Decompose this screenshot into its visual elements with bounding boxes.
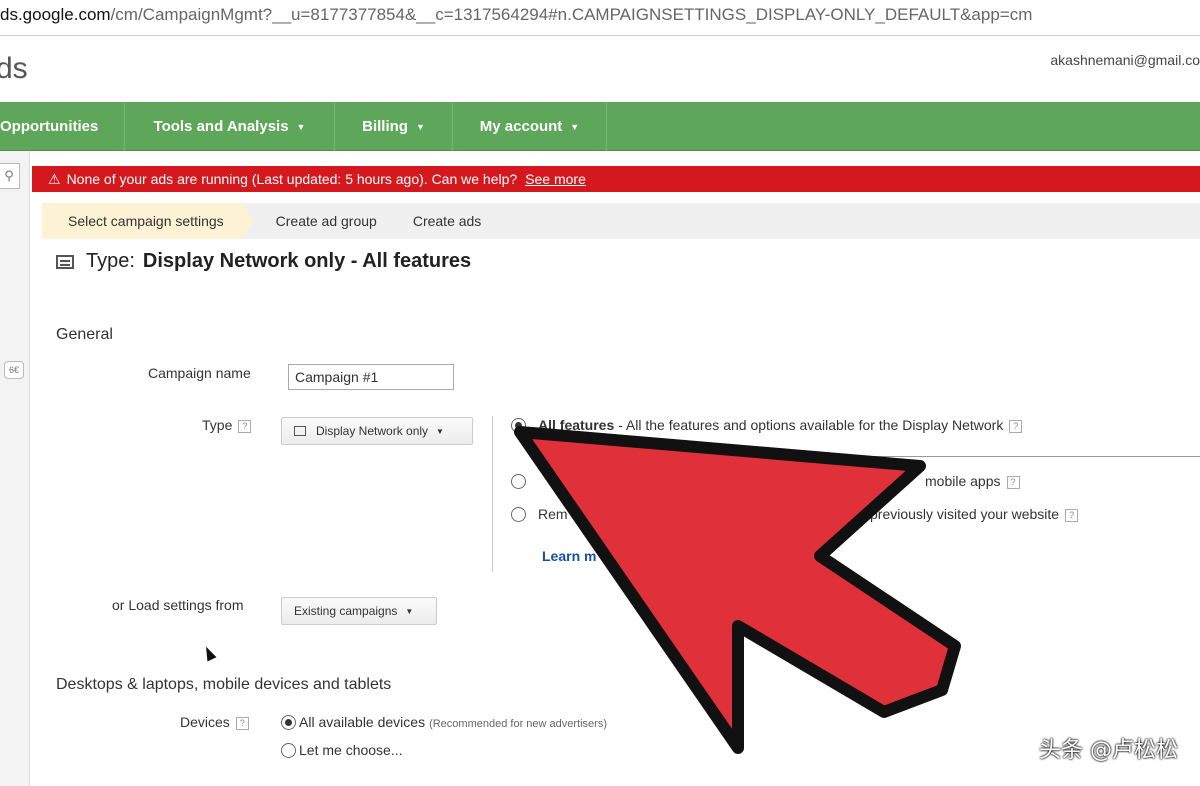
step-label: Select campaign settings <box>68 213 224 229</box>
option-all-features-desc: - All the features and options available… <box>614 417 1004 433</box>
chevron-down-icon: ▼ <box>296 121 306 132</box>
page-title: Type: Display Network only - All feature… <box>56 250 471 273</box>
nav-label: Tools and Analysis <box>153 118 289 135</box>
option-all-devices: All available devices (Recommended for ne… <box>299 714 607 730</box>
account-email[interactable]: akashnemani@gmail.co <box>1050 52 1200 68</box>
learn-more-link[interactable]: Learn m <box>542 548 596 564</box>
nav-label: Billing <box>362 118 408 135</box>
radio-all-features[interactable] <box>511 418 526 433</box>
radio-remarketing[interactable] <box>511 507 526 522</box>
radio-let-me-choose[interactable] <box>281 743 296 758</box>
type-label: Type? <box>202 417 252 433</box>
nav-label: Opportunities <box>0 118 99 135</box>
step-create-ad-group[interactable]: Create ad group <box>242 203 395 239</box>
load-settings-value: Existing campaigns <box>294 604 398 618</box>
section-devices: Desktops & laptops, mobile devices and t… <box>56 676 392 693</box>
arrow-shape <box>514 426 961 754</box>
alert-banner: ⚠ None of your ads are running (Last upda… <box>32 166 1200 192</box>
help-icon[interactable]: ? <box>1009 419 1023 433</box>
devices-label: Devices? <box>180 714 249 730</box>
type-dropdown[interactable]: Display Network only ▼ <box>281 417 473 445</box>
nav-label: My account <box>479 118 563 135</box>
see-more-link[interactable]: See more <box>525 171 586 187</box>
campaign-name-label: Campaign name <box>148 365 251 381</box>
nav-my-account[interactable]: My account ▼ <box>453 102 607 151</box>
option-separator <box>540 456 1200 457</box>
campaign-type-icon <box>56 254 74 269</box>
option-all-features-title: All features <box>538 417 615 433</box>
type-label-text: Type <box>202 417 233 433</box>
chevron-down-icon: ▼ <box>415 121 425 132</box>
search-icon[interactable]: ⚲ <box>0 163 20 189</box>
option-remarketing-end: previously visited your website? <box>870 506 1079 522</box>
step-label: Create ad group <box>275 213 377 229</box>
product-logo: ds <box>0 52 28 85</box>
radio-all-devices[interactable] <box>281 715 296 730</box>
option-mobile-apps: mobile apps? <box>925 473 1020 489</box>
rail-badge[interactable]: 6€ <box>4 361 24 379</box>
alert-message: None of your ads are running (Last updat… <box>66 171 518 187</box>
campaign-name-input[interactable] <box>288 364 454 390</box>
help-icon[interactable]: ? <box>1065 508 1079 522</box>
type-dropdown-value: Display Network only <box>316 424 429 438</box>
help-icon[interactable]: ? <box>235 716 249 730</box>
step-create-ads[interactable]: Create ads <box>395 203 499 239</box>
title-prefix: Type: <box>86 250 135 272</box>
wizard-steps: Select campaign settings Create ad group… <box>42 203 1200 239</box>
option-all-devices-text: All available devices <box>299 714 426 730</box>
help-icon[interactable]: ? <box>238 419 252 433</box>
display-network-icon <box>294 426 306 436</box>
app-header <box>0 36 1200 102</box>
section-general: General <box>56 326 113 343</box>
radio-mobile-apps[interactable] <box>511 474 526 489</box>
load-settings-dropdown[interactable]: Existing campaigns ▼ <box>281 597 437 625</box>
url-host: ds.google.com <box>0 5 111 24</box>
option-all-features: All features - All the features and opti… <box>538 417 1023 433</box>
option-remarketing-text: previously visited your website <box>870 506 1060 522</box>
left-rail: ⚲ 6€ <box>0 151 30 786</box>
url-path: /cm/CampaignMgmt?__u=8177377854&__c=1317… <box>110 5 1033 24</box>
step-select-campaign-settings[interactable]: Select campaign settings <box>42 203 254 239</box>
option-mobile-apps-text: mobile apps <box>925 473 1001 489</box>
address-bar[interactable]: ds.google.com/cm/CampaignMgmt?__u=817737… <box>0 0 1200 36</box>
main-nav: Opportunities Tools and Analysis ▼ Billin… <box>0 102 1200 151</box>
option-all-devices-note: (Recommended for new advertisers) <box>429 718 607 730</box>
nav-billing[interactable]: Billing ▼ <box>335 102 453 151</box>
help-icon[interactable]: ? <box>1006 475 1020 489</box>
option-remarketing-start: Rem <box>538 506 568 522</box>
devices-label-text: Devices <box>180 714 230 730</box>
chevron-down-icon: ▼ <box>570 121 580 132</box>
nav-tools-and-analysis[interactable]: Tools and Analysis ▼ <box>125 102 335 151</box>
nav-opportunities[interactable]: Opportunities <box>0 102 125 151</box>
step-label: Create ads <box>412 213 482 229</box>
mouse-cursor-icon <box>201 644 217 662</box>
title-value: Display Network only - All features <box>142 250 472 272</box>
load-settings-label: or Load settings from <box>112 597 244 613</box>
chevron-down-icon: ▼ <box>405 606 414 616</box>
warning-icon: ⚠ <box>48 171 61 187</box>
watermark: 头条 @卢松松 <box>1039 738 1178 763</box>
chevron-down-icon: ▼ <box>436 426 444 436</box>
options-divider <box>492 416 493 572</box>
option-let-me-choose: Let me choose... <box>299 742 403 758</box>
